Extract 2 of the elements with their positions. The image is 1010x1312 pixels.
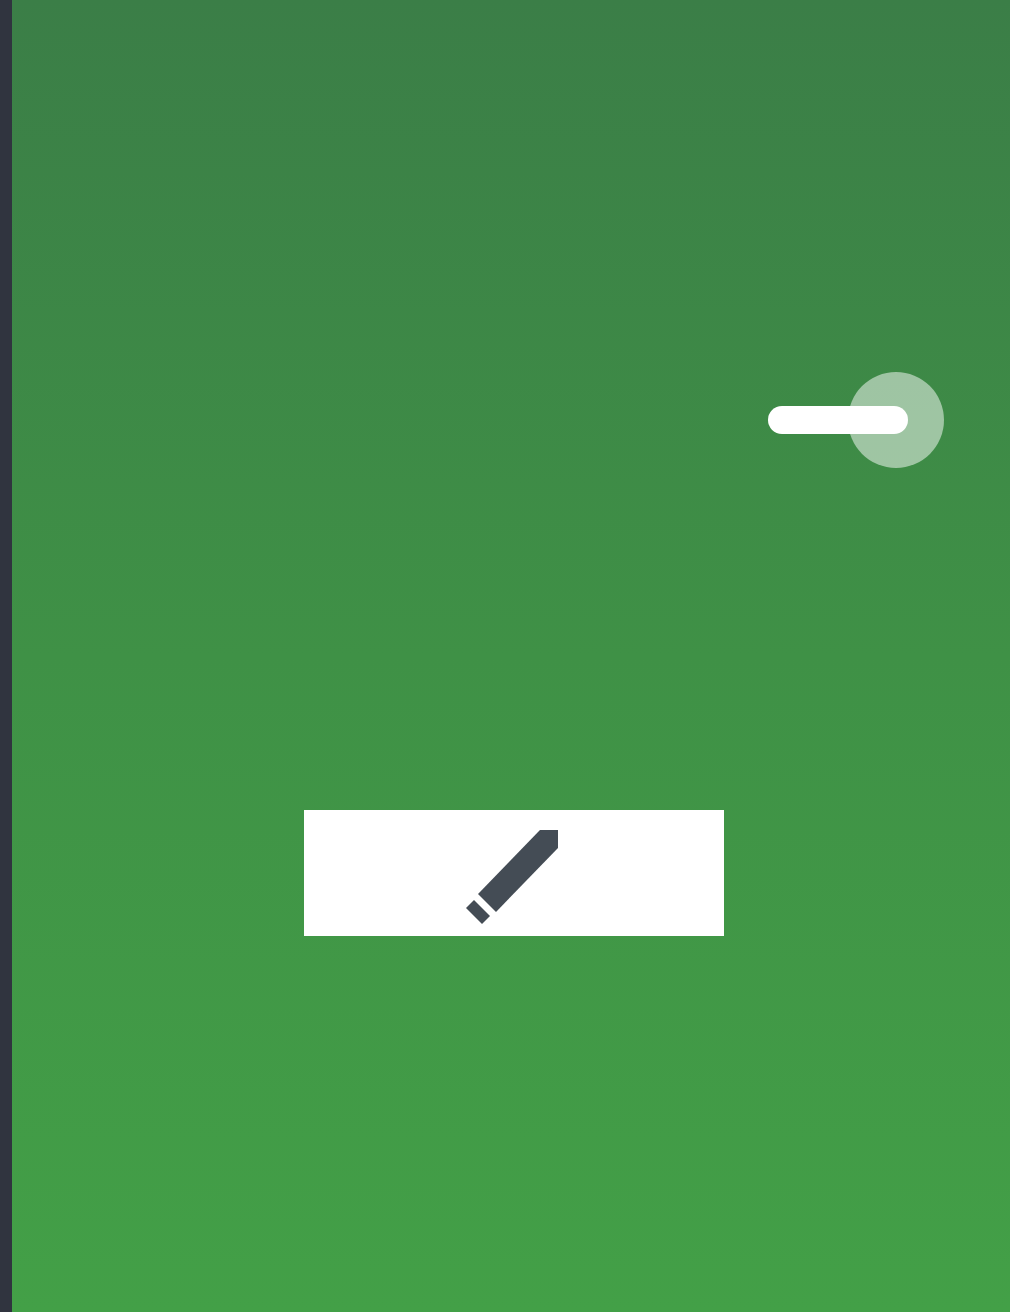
toggle-switch[interactable]: [768, 372, 944, 468]
edit-button[interactable]: [304, 810, 724, 936]
